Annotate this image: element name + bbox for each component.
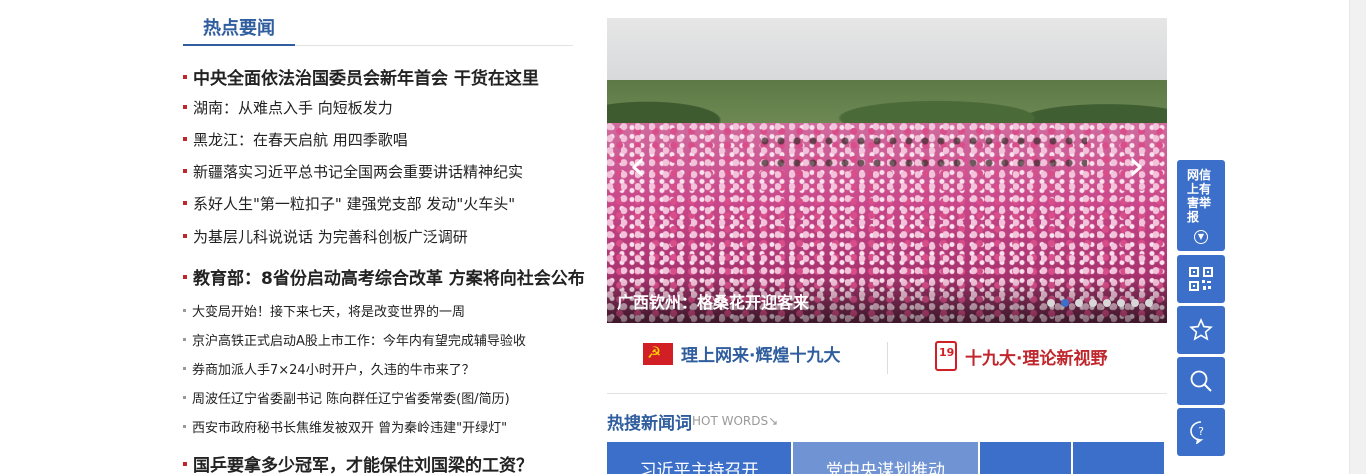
hot-word-tile[interactable] <box>980 442 1071 474</box>
hot-words-title: 热搜新闻词 <box>607 414 692 434</box>
bullet-icon <box>183 136 187 141</box>
news-item[interactable]: 中央全面依法治国委员会新年首会 干货在这里 <box>183 64 539 89</box>
news-item[interactable]: 系好人生"第一粒扣子" 建强党支部 发动"火车头" <box>183 193 515 214</box>
carousel-dot[interactable] <box>1047 299 1055 307</box>
news-link[interactable]: 为基层儿科说说话 为完善科创板广泛调研 <box>193 228 468 246</box>
news-item[interactable]: 券商加派人手7×24小时开户，久违的牛市来了？ <box>183 359 475 378</box>
carousel-dot[interactable] <box>1075 299 1083 307</box>
news-link[interactable]: 京沪高铁正式启动A股上市工作：今年内有望完成辅导验收 <box>192 334 526 349</box>
carousel-dot[interactable] <box>1103 299 1111 307</box>
bullet-icon <box>183 168 187 173</box>
news-item[interactable]: 湖南：从难点入手 向短板发力 <box>183 97 393 118</box>
news-item[interactable]: 教育部：8省份启动高考综合改革 方案将向社会公布 <box>183 264 585 289</box>
hot-word-tile[interactable]: 习近平主持召开 <box>607 442 791 474</box>
svg-text:?: ? <box>1198 425 1204 438</box>
favorite-button[interactable] <box>1177 306 1225 354</box>
news-item[interactable]: 京沪高铁正式启动A股上市工作：今年内有望完成辅导验收 <box>183 330 526 349</box>
bullet-icon <box>183 425 186 428</box>
carousel-dot[interactable] <box>1117 299 1125 307</box>
qr-code-icon <box>1189 267 1213 291</box>
bullet-icon <box>183 396 186 399</box>
news-link[interactable]: 教育部：8省份启动高考综合改革 方案将向社会公布 <box>193 269 585 289</box>
title-underline <box>183 44 295 46</box>
section-divider <box>607 393 1167 394</box>
news-link[interactable]: 大变局开始！接下来七天，将是改变世界的一周 <box>192 305 465 320</box>
bullet-icon <box>183 367 186 370</box>
news-item[interactable]: 为基层儿科说说话 为完善科创板广泛调研 <box>183 226 468 247</box>
help-icon: ? <box>1190 421 1204 444</box>
news-link[interactable]: 湖南：从难点入手 向短板发力 <box>193 99 393 117</box>
news-link[interactable]: 券商加派人手7×24小时开户，久违的牛市来了？ <box>192 363 475 378</box>
hot-news-title[interactable]: 热点要闻 <box>203 14 275 40</box>
hot-word-tile[interactable] <box>1073 442 1164 474</box>
news-item[interactable]: 新疆落实习近平总书记全国两会重要讲话精神纪实 <box>183 161 523 182</box>
news-link[interactable]: 西安市政府秘书长焦维发被双开 曾为秦岭违建"开绿灯" <box>192 421 507 436</box>
news-item[interactable]: 黑龙江：在春天启航 用四季歌唱 <box>183 129 408 150</box>
carousel-dot[interactable] <box>1131 299 1139 307</box>
bullet-icon <box>183 233 187 238</box>
chevron-left-icon[interactable]: ‹ <box>629 144 647 188</box>
page: 热点要闻 中央全面依法治国委员会新年首会 干货在这里 湖南：从难点入手 向短板发… <box>0 0 1366 474</box>
hot-word-tile[interactable]: 党中央谋划推动 <box>793 442 978 474</box>
qr-code-button[interactable] <box>1177 255 1225 303</box>
carousel-dot[interactable] <box>1145 299 1153 307</box>
page-scrollbar[interactable] <box>1349 0 1366 474</box>
carousel-dot-active[interactable] <box>1061 299 1069 307</box>
banner-left-label: 理上网来·辉煌十九大 <box>681 346 841 366</box>
help-button[interactable]: ? <box>1177 408 1225 456</box>
hot-words-grid: 习近平主持召开 党中央谋划推动 <box>607 442 1167 474</box>
news-link[interactable]: 新疆落实习近平总书记全国两会重要讲话精神纪实 <box>193 163 523 181</box>
banner-link-left[interactable]: 理上网来·辉煌十九大 <box>643 341 840 366</box>
star-icon <box>1189 318 1213 341</box>
news-link[interactable]: 系好人生"第一粒扣子" 建强党支部 发动"火车头" <box>193 195 515 213</box>
bullet-icon <box>183 462 187 466</box>
news-item[interactable]: 周波任辽宁省委副书记 陈向群任辽宁省委常委(图/简历) <box>183 388 510 407</box>
report-harmful-info-button[interactable]: 网信上有害举报 ▼ <box>1177 160 1225 251</box>
photo-carousel[interactable]: ‹ › 广西钦州：格桑花开迎客来 <box>607 18 1167 323</box>
search-button[interactable] <box>1177 357 1225 405</box>
photo-visitors <box>757 130 1087 170</box>
news-item[interactable]: 国乒要拿多少冠军，才能保住刘国梁的工资？ <box>183 451 533 474</box>
banner-link-right[interactable]: 十九大·理论新视野 <box>935 341 1107 371</box>
hot-words-subtitle: HOT WORDS↘ <box>692 414 779 428</box>
news-link[interactable]: 国乒要拿多少冠军，才能保住刘国梁的工资？ <box>193 456 533 474</box>
banner-right-label: 十九大·理论新视野 <box>965 348 1108 369</box>
carousel-pagination <box>1047 299 1153 307</box>
bullet-icon <box>183 309 186 312</box>
search-icon <box>1190 370 1212 392</box>
bullet-icon <box>183 338 186 341</box>
bullet-icon <box>183 104 187 109</box>
chevron-right-icon[interactable]: › <box>1127 144 1145 188</box>
carousel-dot[interactable] <box>1089 299 1097 307</box>
news-link[interactable]: 中央全面依法治国委员会新年首会 干货在这里 <box>193 69 539 89</box>
party-flag-icon <box>643 342 673 365</box>
news-item[interactable]: 西安市政府秘书长焦维发被双开 曾为秦岭违建"开绿灯" <box>183 417 507 436</box>
carousel-caption[interactable]: 广西钦州：格桑花开迎客来 <box>617 289 809 313</box>
chevron-down-icon: ▼ <box>1194 230 1208 244</box>
news-item[interactable]: 大变局开始！接下来七天，将是改变世界的一周 <box>183 301 465 320</box>
bullet-icon <box>183 75 187 79</box>
news-link[interactable]: 黑龙江：在春天启航 用四季歌唱 <box>193 131 408 149</box>
bullet-icon <box>183 275 187 279</box>
news-link[interactable]: 周波任辽宁省委副书记 陈向群任辽宁省委常委(图/简历) <box>192 392 510 407</box>
banner-divider <box>887 342 888 374</box>
nineteen-calendar-icon <box>935 341 957 371</box>
bullet-icon <box>183 200 187 205</box>
report-label: 网信上有害举报 <box>1187 168 1212 224</box>
